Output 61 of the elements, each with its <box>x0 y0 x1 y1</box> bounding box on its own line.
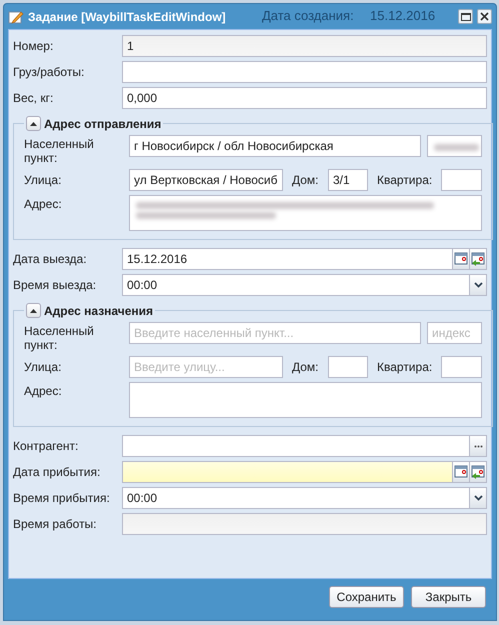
section-title: Адрес отправления <box>44 116 162 130</box>
field-label: Время выезда: <box>13 278 98 292</box>
field-label: Контрагент: <box>13 439 80 453</box>
close-dialog-button[interactable]: Закрыть <box>411 586 486 608</box>
triangle-up-icon <box>30 308 37 312</box>
maximize-icon <box>460 12 470 20</box>
chevron-down-icon <box>474 282 482 288</box>
select-button[interactable] <box>469 436 486 456</box>
field-label: Время работы: <box>13 517 98 531</box>
field-label: Квартира: <box>377 173 434 187</box>
calendar-icon <box>454 251 468 267</box>
today-button[interactable] <box>469 249 486 269</box>
address-field[interactable] <box>129 382 482 418</box>
text-input[interactable]: Введите улицу... <box>130 357 282 377</box>
field-label: Дата прибытия: <box>13 465 102 479</box>
index-field[interactable] <box>427 135 482 157</box>
field-label: Вес, кг: <box>13 91 54 105</box>
input-field[interactable]: 15.12.2016 <box>122 248 487 270</box>
field-label: Улица: <box>24 360 62 374</box>
save-button[interactable]: Сохранить <box>329 586 404 608</box>
close-button[interactable] <box>477 9 492 24</box>
field-label: Адрес: <box>24 196 63 211</box>
maximize-button[interactable] <box>458 9 473 24</box>
input-field[interactable] <box>122 461 487 483</box>
close-icon <box>480 12 489 21</box>
background-value: 15.12.2016 <box>370 8 436 23</box>
field-label: Населенный пункт: <box>24 323 95 352</box>
date-picker-button[interactable] <box>452 462 469 482</box>
date-picker-button[interactable] <box>452 249 469 269</box>
background-label: Дата создания: <box>262 8 354 23</box>
field-label: Номер: <box>13 39 54 53</box>
field-label: Населенный пункт: <box>24 136 95 165</box>
text-input[interactable]: г Новосибирск / обл Новосибирская <box>130 136 420 156</box>
today-button[interactable] <box>469 462 486 482</box>
field-label: Груз/работы: <box>13 65 86 79</box>
field-label: Дата выезда: <box>13 252 88 266</box>
ellipsis-icon <box>474 444 482 448</box>
calendar-icon <box>454 464 468 480</box>
window-title: Задание [WaybillTaskEditWindow] <box>28 10 226 24</box>
section-title: Адрес назначения <box>44 304 154 318</box>
text-input[interactable]: 3/1 <box>329 170 367 190</box>
dropdown-button[interactable] <box>469 488 486 508</box>
chevron-down-icon <box>474 495 482 501</box>
address-field[interactable] <box>129 195 482 231</box>
collapse-toggle[interactable] <box>26 116 41 131</box>
triangle-up-icon <box>30 122 37 126</box>
field-label: Адрес: <box>24 383 63 398</box>
text-input[interactable]: Введите населенный пункт... <box>130 323 420 343</box>
field-label: Дом: <box>292 173 320 187</box>
text-input[interactable]: индекс <box>428 323 481 343</box>
field-label: Время прибытия: <box>13 491 111 505</box>
field-label: Квартира: <box>377 360 434 374</box>
pencil-note-icon <box>8 8 24 24</box>
text-input[interactable]: ул Вертковская / Новосиб <box>130 170 282 190</box>
text-input[interactable]: 0,000 <box>123 88 486 108</box>
text-input[interactable]: 15.12.2016 <box>123 249 452 269</box>
dropdown-button[interactable] <box>469 275 486 295</box>
text-input[interactable]: 1 <box>123 36 486 56</box>
field-label: Дом: <box>292 360 320 374</box>
collapse-toggle[interactable] <box>26 303 41 318</box>
field-label: Улица: <box>24 173 62 187</box>
